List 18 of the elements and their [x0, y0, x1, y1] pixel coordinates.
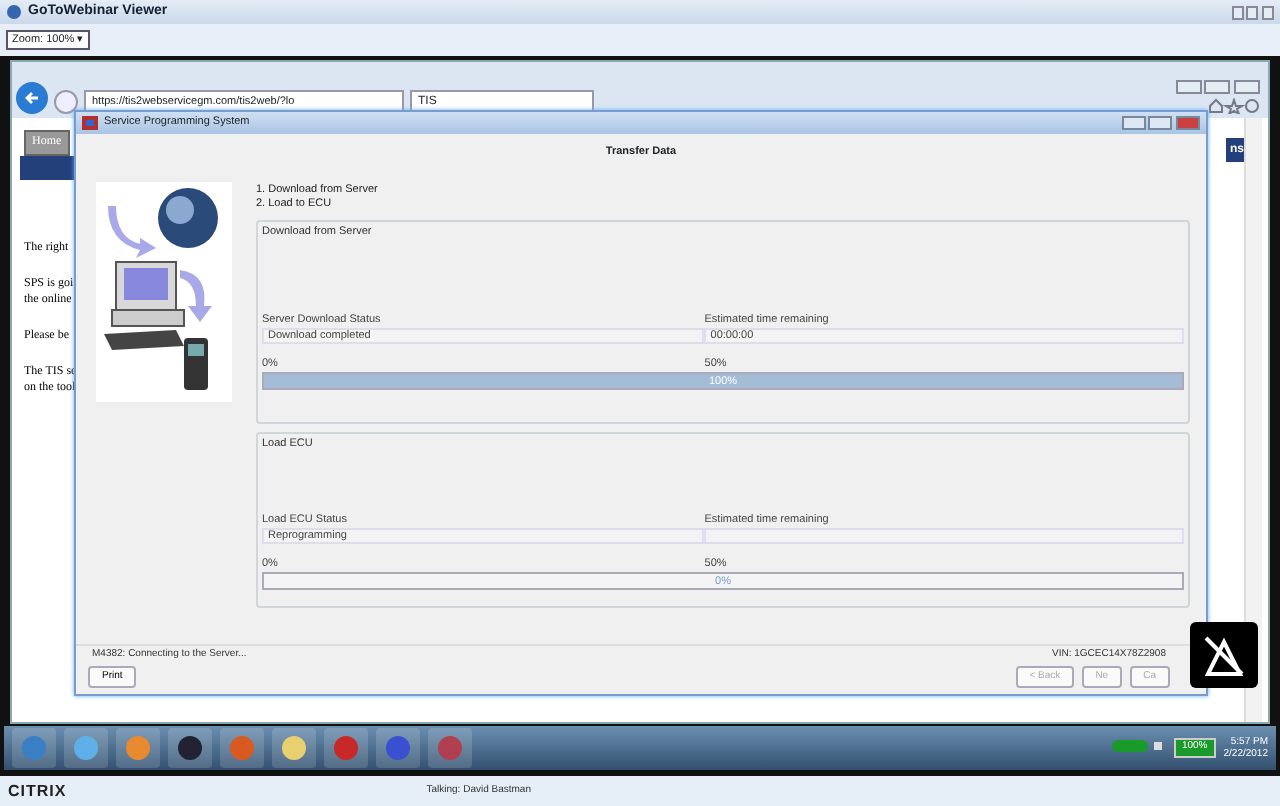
logo: CITRIX: [8, 779, 67, 803]
arrow-left-icon: [24, 90, 40, 106]
maximize-button[interactable]: [1246, 5, 1259, 19]
app-icon[interactable]: [168, 728, 212, 768]
app-icon: [6, 4, 22, 20]
minimize-button[interactable]: [1121, 116, 1145, 130]
back-button[interactable]: [16, 82, 48, 114]
toolbar-icons-drawing[interactable]: [1208, 98, 1260, 114]
maximize-button[interactable]: [1148, 116, 1173, 130]
minimize-button[interactable]: [1231, 5, 1243, 19]
minimize-button[interactable]: [1175, 80, 1201, 95]
app-icon[interactable]: [272, 728, 316, 768]
scrollbar[interactable]: [1244, 118, 1262, 722]
close-button[interactable]: [1234, 80, 1260, 95]
close-button[interactable]: [1262, 5, 1274, 19]
forward-button[interactable]: [54, 90, 78, 114]
app-icon: [82, 116, 98, 130]
restore-button[interactable]: [1204, 80, 1231, 95]
